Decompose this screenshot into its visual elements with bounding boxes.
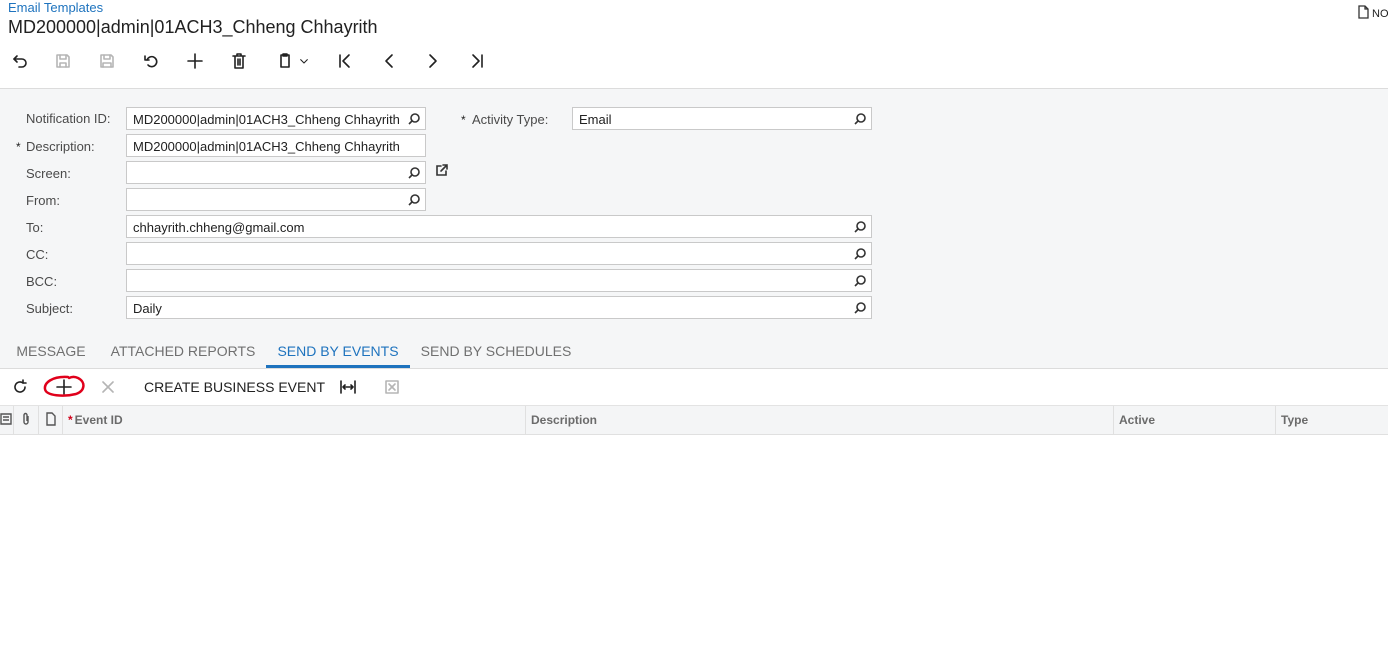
grid-header: * Event ID Description Active Type [0, 406, 1388, 435]
subject-value: Daily [133, 301, 162, 316]
excel-icon [385, 380, 399, 394]
to-value: chhayrith.chheng@gmail.com [133, 220, 305, 235]
screen-field[interactable] [126, 161, 426, 184]
first-record-icon [339, 54, 350, 68]
activity-type-label: Activity Type: [472, 112, 549, 127]
to-label: To: [26, 220, 44, 235]
page-header: Email Templates MD200000|admin|01ACH3_Ch… [0, 0, 1388, 89]
next-record-icon [429, 54, 437, 68]
grid-col-files[interactable] [14, 406, 39, 435]
delete-icon [232, 53, 246, 69]
save-close-button[interactable] [51, 50, 75, 72]
close-icon [102, 381, 114, 393]
document-icon [45, 412, 59, 428]
previous-record-button[interactable] [377, 50, 401, 72]
last-record-icon [472, 54, 483, 68]
previous-record-icon [385, 54, 393, 68]
notes-label: NO [1372, 7, 1388, 20]
required-mark: * [68, 413, 73, 427]
add-button[interactable] [183, 50, 207, 72]
grid-body [0, 435, 1388, 649]
page-title: MD200000|admin|01ACH3_Chheng Chhayrith [8, 17, 378, 37]
description-label: Description: [26, 139, 95, 154]
activity-type-value: Email [579, 112, 612, 127]
search-icon[interactable] [853, 247, 867, 261]
activity-type-field[interactable]: Email [572, 107, 872, 130]
last-record-button[interactable] [465, 50, 489, 72]
refresh-icon [14, 379, 27, 393]
save-icon [100, 54, 114, 68]
paperclip-icon [20, 412, 34, 428]
from-field[interactable] [126, 188, 426, 211]
bcc-field[interactable] [126, 269, 872, 292]
add-icon [187, 53, 203, 69]
next-record-button[interactable] [421, 50, 445, 72]
tab-send-by-schedules[interactable]: SEND BY SCHEDULES [418, 336, 574, 368]
save-close-icon [56, 54, 70, 68]
grid-toolbar: CREATE BUSINESS EVENT [0, 369, 1388, 406]
grid-col-notes[interactable] [0, 406, 14, 435]
grid-col-type[interactable]: Type [1276, 406, 1388, 435]
search-icon[interactable] [853, 301, 867, 315]
notification-id-label: Notification ID: [26, 111, 111, 126]
create-business-event-button[interactable]: CREATE BUSINESS EVENT [144, 379, 325, 395]
search-icon[interactable] [407, 112, 421, 126]
search-icon[interactable] [407, 166, 421, 180]
tab-message[interactable]: MESSAGE [8, 336, 94, 368]
external-link-icon[interactable] [435, 163, 449, 177]
copy-paste-button[interactable] [271, 50, 315, 72]
subject-label: Subject: [26, 301, 73, 316]
add-icon [56, 379, 72, 395]
export-excel-button[interactable] [381, 377, 403, 397]
activity-type-required-mark: * [461, 113, 466, 127]
delete-row-button[interactable] [97, 377, 119, 397]
grid-col-description[interactable]: Description [526, 406, 1114, 435]
copy-paste-icon [280, 53, 290, 68]
grid-col-document[interactable] [39, 406, 63, 435]
search-icon[interactable] [853, 220, 867, 234]
grid-col-event-id[interactable]: * Event ID [63, 406, 526, 435]
event-id-header: Event ID [74, 413, 123, 427]
tab-bar: MESSAGE ATTACHED REPORTS SEND BY EVENTS … [0, 336, 1388, 369]
search-icon[interactable] [853, 112, 867, 126]
notification-id-value: MD200000|admin|01ACH3_Chheng Chhayrith [133, 112, 400, 127]
grid-col-active[interactable]: Active [1114, 406, 1276, 435]
delete-button[interactable] [227, 50, 251, 72]
chevron-down-icon [300, 59, 308, 64]
notification-id-field[interactable]: MD200000|admin|01ACH3_Chheng Chhayrith [126, 107, 426, 130]
refresh-button[interactable] [9, 377, 31, 397]
to-field[interactable]: chhayrith.chheng@gmail.com [126, 215, 872, 238]
search-icon[interactable] [407, 193, 421, 207]
bcc-label: BCC: [26, 274, 58, 289]
tab-send-by-events[interactable]: SEND BY EVENTS [266, 336, 410, 368]
document-icon [1357, 5, 1370, 22]
notes-link[interactable]: NO [1357, 5, 1388, 22]
cc-label: CC: [26, 247, 49, 262]
search-icon[interactable] [853, 274, 867, 288]
description-field[interactable]: MD200000|admin|01ACH3_Chheng Chhayrith [126, 134, 426, 157]
save-button[interactable] [95, 50, 119, 72]
fit-width-icon [340, 380, 356, 394]
screen-label: Screen: [26, 166, 71, 181]
cc-field[interactable] [126, 242, 872, 265]
breadcrumb-email-templates[interactable]: Email Templates [8, 0, 103, 15]
from-label: From: [26, 193, 60, 208]
cancel-button[interactable] [139, 50, 163, 72]
notes-icon [0, 412, 14, 428]
description-required-mark: * [16, 140, 21, 154]
tab-attached-reports[interactable]: ATTACHED REPORTS [108, 336, 258, 368]
subject-field[interactable]: Daily [126, 296, 872, 319]
first-record-button[interactable] [333, 50, 357, 72]
back-icon [13, 55, 27, 68]
description-value: MD200000|admin|01ACH3_Chheng Chhayrith [133, 139, 400, 154]
fit-columns-button[interactable] [337, 377, 359, 397]
cancel-icon [144, 55, 158, 68]
add-row-button[interactable] [53, 377, 75, 397]
back-button[interactable] [7, 50, 31, 72]
